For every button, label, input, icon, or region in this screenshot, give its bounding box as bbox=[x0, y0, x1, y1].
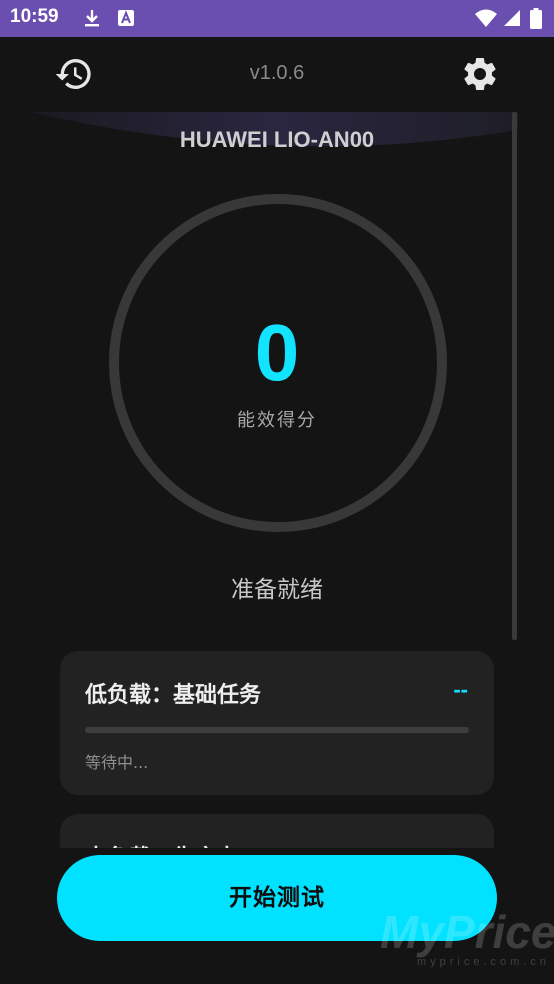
test-status: 准备就绪 bbox=[231, 577, 323, 603]
settings-button[interactable] bbox=[460, 54, 500, 94]
status-bar: 10:59 bbox=[0, 0, 554, 37]
download-icon bbox=[85, 10, 99, 27]
task-score: -- bbox=[453, 677, 468, 702]
watermark: MyPrice myprice.com.cn bbox=[380, 906, 554, 968]
app-notification-icon bbox=[118, 10, 134, 26]
score-label: 能效得分 bbox=[237, 410, 317, 431]
task-status: 等待中... bbox=[85, 753, 149, 772]
task-progress-bar bbox=[85, 727, 469, 733]
task-card-low-load: 低负载：基础任务 -- 等待中... bbox=[60, 651, 494, 795]
watermark-main: MyPrice bbox=[380, 906, 554, 958]
gear-icon bbox=[464, 57, 496, 90]
task-title: 低负载：基础任务 bbox=[85, 683, 262, 708]
wifi-icon bbox=[475, 9, 497, 27]
battery-icon bbox=[530, 8, 542, 29]
score-value: 0 bbox=[254, 308, 300, 397]
status-time: 10:59 bbox=[10, 6, 59, 27]
device-name: HUAWEI LIO-AN00 bbox=[179, 127, 375, 152]
signal-icon bbox=[504, 10, 520, 26]
